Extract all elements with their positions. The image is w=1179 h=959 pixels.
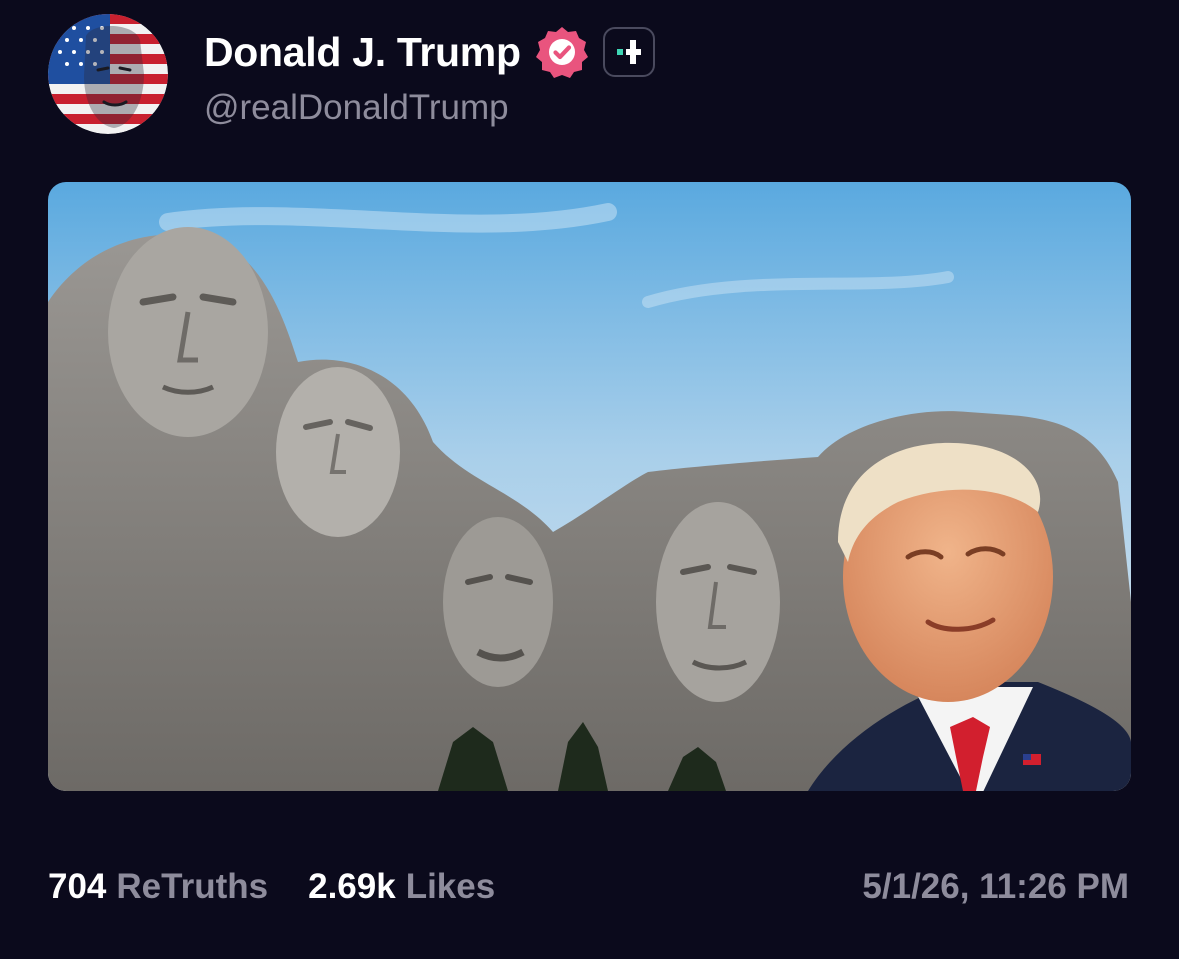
avatar[interactable] — [48, 14, 168, 134]
likes-stat[interactable]: 2.69k Likes — [308, 867, 495, 907]
likes-count: 2.69k — [308, 867, 396, 906]
retruths-count: 704 — [48, 867, 107, 906]
post-image-graphic — [48, 182, 1131, 791]
verified-badge-icon — [535, 25, 589, 79]
author-name-row: Donald J. Trump — [204, 22, 655, 82]
truth-plus-icon[interactable] — [602, 27, 655, 77]
retruths-stat[interactable]: 704 ReTruths — [48, 867, 268, 907]
avatar-image — [48, 14, 168, 134]
likes-label: Likes — [405, 867, 496, 906]
post-stats: 704 ReTruths 2.69k Likes — [48, 862, 495, 912]
retruths-label: ReTruths — [116, 867, 269, 906]
author-display-name[interactable]: Donald J. Trump — [204, 29, 521, 76]
post-image[interactable] — [48, 182, 1131, 791]
truth-post: Donald J. Trump @realDonaldTrump 704 ReT… — [0, 0, 1179, 959]
post-timestamp: 5/1/26, 11:26 PM — [862, 867, 1129, 906]
author-handle[interactable]: @realDonaldTrump — [204, 88, 509, 128]
